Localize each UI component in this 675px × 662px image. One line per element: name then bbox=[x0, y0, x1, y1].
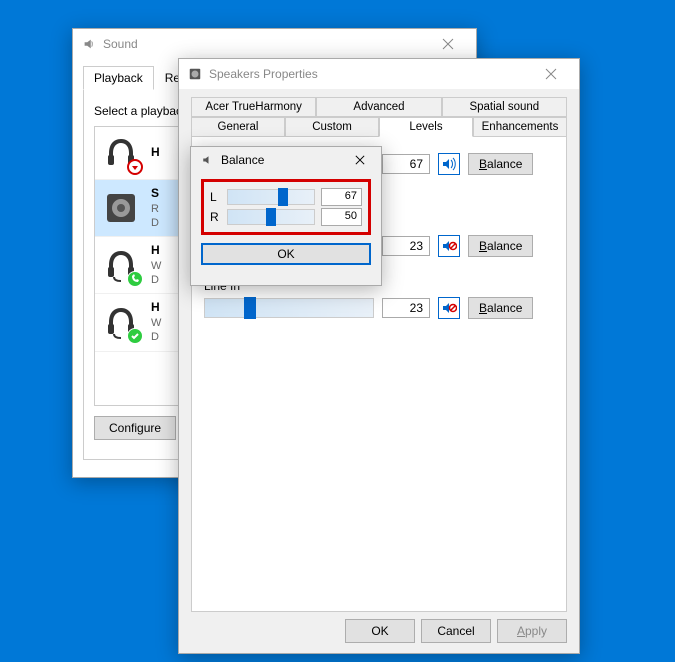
balance-value-right[interactable]: 50 bbox=[321, 208, 362, 226]
mute-button[interactable] bbox=[438, 153, 460, 175]
balance-button[interactable]: Balance bbox=[468, 153, 533, 175]
balance-dialog: Balance L 67 R 50 OK bbox=[190, 146, 382, 286]
down-arrow-badge-icon bbox=[127, 159, 143, 175]
apply-button[interactable]: Apply bbox=[497, 619, 567, 643]
sound-muted-icon bbox=[441, 300, 457, 316]
balance-row-right: R 50 bbox=[210, 208, 362, 226]
props-titlebar[interactable]: Speakers Properties bbox=[179, 59, 579, 89]
dialog-buttons: OK Cancel Apply bbox=[345, 619, 567, 643]
close-icon[interactable] bbox=[428, 30, 468, 58]
balance-row-left: L 67 bbox=[210, 188, 362, 206]
balance-slider-left[interactable] bbox=[227, 189, 315, 205]
phone-badge-icon bbox=[127, 271, 143, 287]
props-title: Speakers Properties bbox=[209, 67, 531, 81]
tab-spatial-sound[interactable]: Spatial sound bbox=[442, 97, 567, 117]
headset-icon bbox=[101, 302, 141, 342]
tab-trueharmony[interactable]: Acer TrueHarmony bbox=[191, 97, 316, 117]
sound-muted-icon bbox=[441, 238, 457, 254]
balance-title: Balance bbox=[221, 153, 347, 167]
mute-button[interactable] bbox=[438, 297, 460, 319]
volume-value[interactable]: 67 bbox=[382, 154, 430, 174]
slider-thumb[interactable] bbox=[266, 208, 276, 226]
tab-general[interactable]: General bbox=[191, 117, 285, 137]
ok-button[interactable]: OK bbox=[201, 243, 371, 265]
balance-highlight-box: L 67 R 50 bbox=[201, 179, 371, 235]
close-icon[interactable] bbox=[531, 60, 571, 88]
volume-value[interactable]: 23 bbox=[382, 298, 430, 318]
tab-advanced[interactable]: Advanced bbox=[316, 97, 441, 117]
speaker-icon bbox=[81, 36, 97, 52]
balance-button[interactable]: Balance bbox=[468, 297, 533, 319]
tab-levels[interactable]: Levels bbox=[379, 117, 473, 137]
volume-value[interactable]: 23 bbox=[382, 236, 430, 256]
tab-enhancements[interactable]: Enhancements bbox=[473, 117, 567, 137]
headphones-icon bbox=[101, 133, 141, 173]
configure-button[interactable]: Configure bbox=[94, 416, 176, 440]
slider-thumb[interactable] bbox=[278, 188, 288, 206]
channel-label: L bbox=[210, 190, 221, 204]
props-tabs-row2: General Custom Levels Enhancements bbox=[191, 117, 567, 137]
ok-button[interactable]: OK bbox=[345, 619, 415, 643]
balance-slider-right[interactable] bbox=[227, 209, 315, 225]
tab-playback[interactable]: Playback bbox=[83, 66, 154, 90]
cancel-button[interactable]: Cancel bbox=[421, 619, 491, 643]
sound-titlebar[interactable]: Sound bbox=[73, 29, 476, 59]
speaker-device-icon bbox=[101, 188, 141, 228]
balance-titlebar[interactable]: Balance bbox=[191, 147, 381, 173]
channel-label: R bbox=[210, 210, 221, 224]
sound-title: Sound bbox=[103, 37, 428, 51]
close-icon[interactable] bbox=[347, 149, 373, 171]
sound-on-icon bbox=[441, 156, 457, 172]
check-badge-icon bbox=[127, 328, 143, 344]
balance-value-left[interactable]: 67 bbox=[321, 188, 362, 206]
headset-icon bbox=[101, 245, 141, 285]
speaker-icon bbox=[187, 66, 203, 82]
slider-thumb[interactable] bbox=[244, 297, 256, 319]
balance-button[interactable]: Balance bbox=[468, 235, 533, 257]
props-tabs-row1: Acer TrueHarmony Advanced Spatial sound bbox=[191, 97, 567, 117]
mute-button[interactable] bbox=[438, 235, 460, 257]
tab-custom[interactable]: Custom bbox=[285, 117, 379, 137]
speaker-icon bbox=[199, 152, 215, 168]
volume-slider[interactable] bbox=[204, 298, 374, 318]
